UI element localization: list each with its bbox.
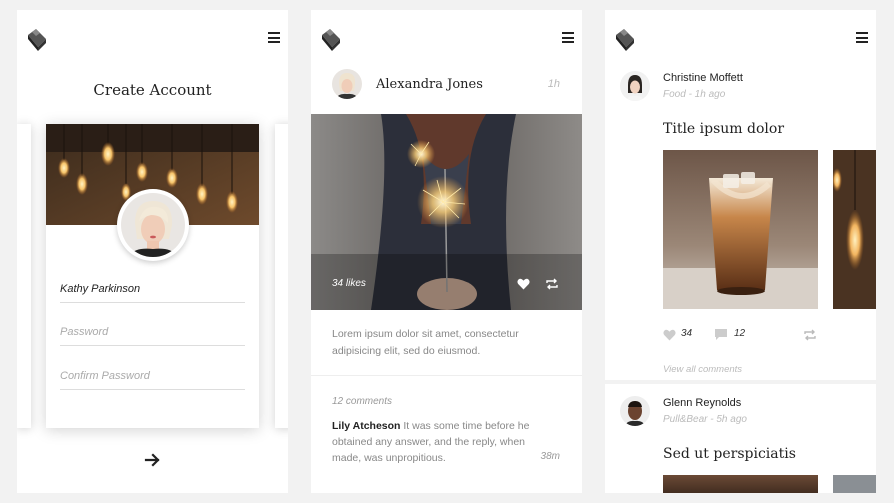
hamburger-menu-icon[interactable] (268, 32, 280, 43)
post-meta: Pull&Bear - 5h ago (663, 414, 747, 425)
post-title[interactable]: Sed ut perspiciatis (663, 446, 796, 462)
view-all-comments-link[interactable]: View all comments (663, 364, 742, 375)
comment-author[interactable]: Lily Atcheson (332, 420, 400, 432)
name-field[interactable] (60, 283, 245, 303)
repost-icon[interactable] (545, 278, 559, 290)
avatar[interactable] (620, 396, 650, 426)
likes-count: 34 likes (332, 278, 366, 289)
post-body: Lorem ipsum dolor sit amet, consectetur … (332, 328, 519, 357)
post-title[interactable]: Title ipsum dolor (663, 121, 784, 137)
page-title: Create Account (93, 81, 212, 99)
avatar[interactable] (332, 69, 362, 99)
cube-logo-icon (28, 29, 46, 51)
post-image[interactable] (663, 475, 818, 493)
divider (605, 380, 876, 384)
next-card-peek[interactable] (275, 124, 288, 428)
author-name[interactable]: Glenn Reynolds (663, 397, 741, 409)
password-field[interactable] (60, 326, 245, 346)
heart-icon[interactable] (517, 278, 530, 290)
likes-count: 34 (681, 328, 693, 339)
arrow-right-icon[interactable] (144, 452, 162, 468)
next-image-peek[interactable] (833, 150, 876, 309)
comment-time: 38m (540, 451, 560, 462)
post-time: 1h (547, 78, 560, 90)
create-account-screen: Create Account (17, 10, 288, 493)
heart-icon[interactable] (663, 329, 676, 341)
feed-screen: Christine Moffett Food - 1h ago Title ip… (605, 10, 876, 493)
avatar[interactable] (117, 189, 189, 261)
comment-icon[interactable] (715, 329, 727, 341)
post-meta: Food - 1h ago (663, 89, 726, 100)
signup-card (46, 124, 259, 428)
repost-icon[interactable] (803, 329, 817, 341)
comments-count[interactable]: 12 comments (332, 396, 392, 407)
comment: Lily Atcheson It was some time before he… (332, 418, 532, 466)
hamburger-menu-icon[interactable] (856, 32, 868, 43)
hamburger-menu-icon[interactable] (562, 32, 574, 43)
divider (311, 375, 582, 376)
avatar[interactable] (620, 71, 650, 101)
next-image-peek[interactable] (833, 475, 876, 493)
confirm-password-field[interactable] (60, 370, 245, 390)
author-name[interactable]: Alexandra Jones (376, 77, 483, 92)
comments-count: 12 (734, 328, 746, 339)
cube-logo-icon (616, 29, 634, 51)
post-image[interactable] (663, 150, 818, 309)
post-detail-screen: Alexandra Jones 1h 34 likes Lorem ipsum … (311, 10, 582, 493)
cube-logo-icon (322, 29, 340, 51)
previous-card-peek[interactable] (17, 124, 31, 428)
author-name[interactable]: Christine Moffett (663, 72, 743, 84)
